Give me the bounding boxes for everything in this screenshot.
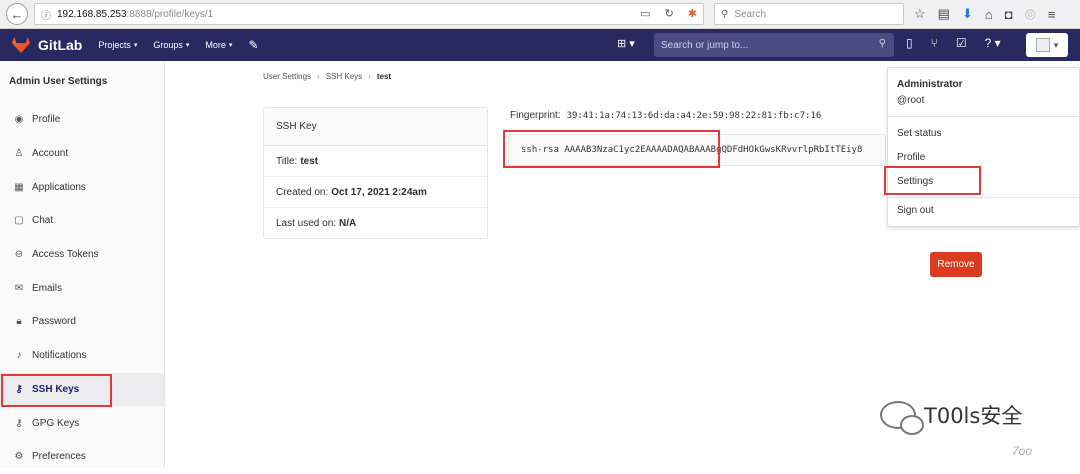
tanuki-icon — [12, 37, 30, 53]
brand-name: GitLab — [38, 37, 83, 53]
sidebar-item-applications[interactable]: ▦ Applications — [0, 170, 164, 204]
chevron-down-icon: ▾ — [228, 42, 233, 49]
sidebar-item-password[interactable]: 🔒︎ Password — [0, 305, 164, 339]
browser-toolbar: ← ⓘ 192.168.85.253:8888/profile/keys/1 ▭… — [0, 0, 1080, 29]
issues-icon[interactable]: ▯ — [906, 36, 913, 50]
bell-icon: ♪ — [16, 350, 22, 362]
sync-icon[interactable]: ◎ — [1025, 6, 1036, 22]
menu-item-sign-out[interactable]: Sign out — [888, 198, 1079, 222]
watermark: T00ls安全 — [880, 400, 1023, 435]
user-circle-icon: ◉ — [14, 114, 24, 126]
nav-more[interactable]: More ▾ — [205, 40, 232, 50]
key-title-row: Title: test — [264, 146, 487, 177]
card-header: SSH Key — [264, 108, 487, 146]
menu-icon[interactable]: ≡ — [1048, 7, 1056, 22]
remove-key-button[interactable]: Remove — [930, 252, 982, 277]
key-created-value: Oct 17, 2021 2:24am — [331, 186, 427, 198]
new-plus-icon[interactable]: ⊞ ▾ — [617, 37, 635, 50]
gitlab-navbar: GitLab Projects ▾ Groups ▾ More ▾ ✎ ⊞ ▾ Sea… — [0, 29, 1080, 61]
url-host: 192.168.85.253 — [57, 8, 127, 20]
highlight-box — [1, 374, 112, 407]
reader-view-icon[interactable]: ▭ — [640, 7, 650, 20]
divider — [888, 116, 1079, 117]
nav-search-placeholder: Search or jump to... — [661, 39, 749, 51]
key-last-used-row: Last used on: N/A — [276, 218, 357, 229]
sidebar-item-gpg-keys[interactable]: ⚷ GPG Keys — [0, 406, 164, 440]
chevron-right-icon: › — [317, 72, 320, 81]
nav-projects[interactable]: Projects ▾ — [98, 40, 137, 50]
chevron-down-icon: ▾ — [1053, 39, 1059, 50]
info-icon[interactable]: ⓘ — [41, 7, 51, 22]
breadcrumb: User Settings › SSH Keys › test — [263, 72, 391, 81]
mail-icon: ✉ — [14, 282, 24, 294]
applications-icon: ▦ — [14, 181, 24, 193]
sidebar-item-preferences[interactable]: ⚙ Preferences — [0, 440, 164, 474]
breadcrumb-ssh-keys[interactable]: SSH Keys — [326, 72, 362, 81]
admin-wrench-icon[interactable]: ✎ — [248, 38, 258, 52]
key-title-value: test — [300, 155, 319, 167]
account-icon: ♙ — [14, 148, 24, 160]
preferences-icon: ⚙ — [14, 451, 24, 463]
breadcrumb-user-settings[interactable]: User Settings — [263, 72, 311, 81]
back-icon[interactable]: ← — [6, 3, 28, 25]
dropdown-user-name: Administrator — [897, 79, 963, 90]
gitlab-logo[interactable]: GitLab — [12, 37, 82, 53]
menu-item-set-status[interactable]: Set status — [888, 121, 1079, 145]
lock-icon: 🔒︎ — [16, 316, 22, 328]
key-last-used-value: N/A — [339, 218, 357, 229]
avatar — [1035, 38, 1050, 52]
chevron-right-icon: › — [368, 72, 371, 81]
merge-requests-icon[interactable]: ⑂ — [931, 36, 938, 50]
breadcrumb-current: test — [376, 72, 392, 81]
wechat-icon — [880, 401, 924, 435]
highlight-box — [503, 130, 720, 168]
user-dropdown-menu: Administrator @root Set status Profile S… — [887, 67, 1080, 227]
highlight-box — [884, 166, 981, 195]
chevron-down-icon: ▾ — [185, 42, 190, 49]
reload-icon[interactable]: ↻ — [665, 7, 674, 20]
chat-icon: ▢ — [14, 215, 24, 227]
chevron-down-icon: ▾ — [133, 42, 138, 49]
search-icon: ⚲ — [878, 38, 886, 49]
help-icon[interactable]: ? ▾ — [985, 36, 1001, 50]
pocket-icon[interactable]: ◘ — [1005, 7, 1013, 22]
url-bar[interactable]: ⓘ 192.168.85.253:8888/profile/keys/1 ▭ ↻… — [34, 3, 704, 25]
sidebar-item-profile[interactable]: ◉ Profile — [0, 103, 164, 137]
user-avatar-button[interactable]: ▾ — [1026, 33, 1068, 57]
browser-search-input[interactable]: ⚲ Search — [714, 3, 904, 25]
sidebar-item-access-tokens[interactable]: ⊖ Access Tokens — [0, 238, 164, 272]
download-icon[interactable]: ⬇ — [962, 6, 973, 22]
sidebar-item-emails[interactable]: ✉ Emails — [0, 271, 164, 305]
browser-search-placeholder: Search — [734, 8, 767, 20]
clipboard-icon[interactable]: ▤ — [938, 6, 950, 22]
extension-icon[interactable]: ✱ — [688, 7, 697, 20]
search-icon: ⚲ — [721, 8, 729, 20]
ssh-key-card: SSH Key Title: test Created on: Oct 17, 20… — [263, 107, 488, 239]
nav-search-input[interactable]: Search or jump to... ⚲ — [654, 33, 894, 57]
fingerprint-value: 39:41:1a:74:13:6d:da:a4:2e:59:98:22:81:f… — [566, 111, 822, 121]
nav-groups[interactable]: Groups ▾ — [153, 40, 189, 50]
watermark-small: 7oo — [1012, 444, 1033, 458]
sidebar-item-chat[interactable]: ▢ Chat — [0, 204, 164, 238]
fingerprint: Fingerprint: 39:41:1a:74:13:6d:da:a4:2e:5… — [510, 110, 822, 121]
sidebar-item-notifications[interactable]: ♪ Notifications — [0, 339, 164, 373]
todos-icon[interactable]: ☑ — [956, 36, 967, 50]
sidebar-header: Admin User Settings — [9, 76, 108, 87]
watermark-text: T00ls安全 — [924, 404, 1023, 428]
bookmark-star-icon[interactable]: ☆ — [914, 6, 926, 22]
home-icon[interactable]: ⌂ — [985, 7, 993, 22]
dropdown-user-handle: @root — [897, 95, 925, 106]
key-icon: ⚷ — [15, 417, 23, 429]
url-path: :8888/profile/keys/1 — [126, 8, 214, 20]
key-created-row: Created on: Oct 17, 2021 2:24am — [264, 177, 487, 208]
token-icon: ⊖ — [14, 249, 24, 261]
sidebar-item-account[interactable]: ♙ Account — [0, 137, 164, 171]
